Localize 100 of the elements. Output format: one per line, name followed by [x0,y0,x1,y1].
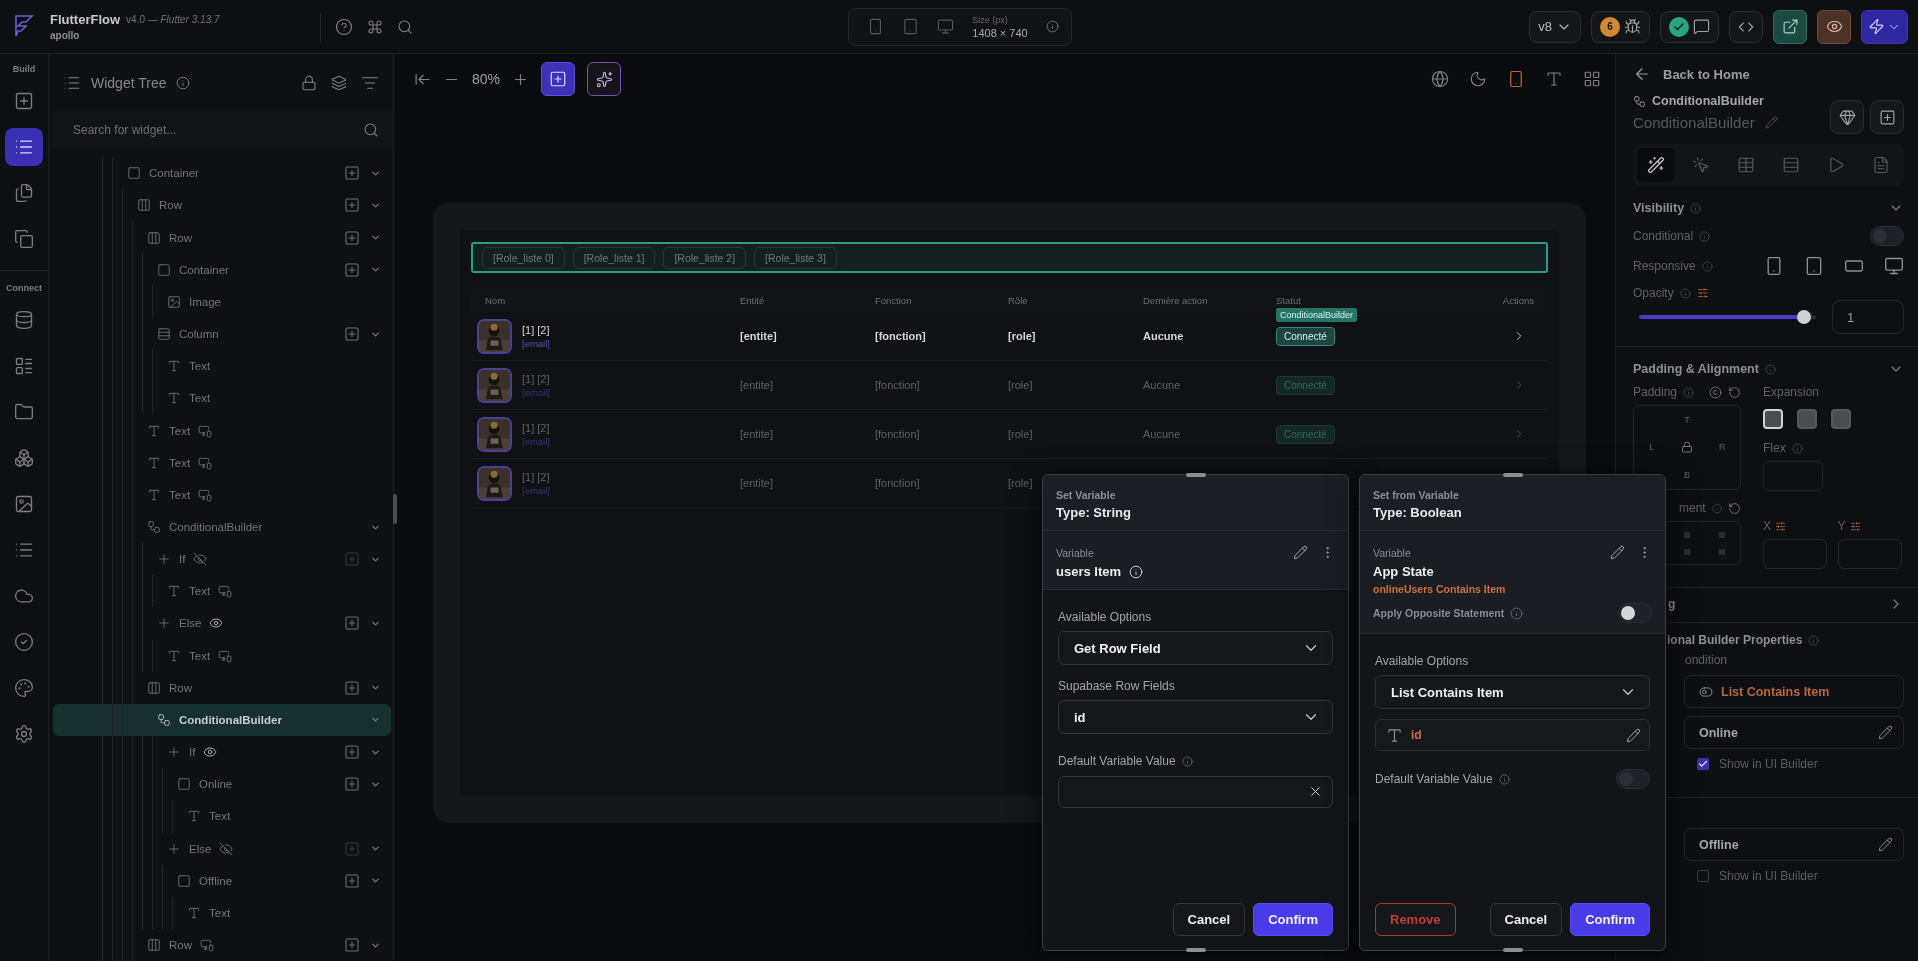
tablet-icon[interactable] [1804,256,1824,276]
add-widget-icon[interactable] [344,197,360,214]
properties-tab[interactable] [1637,148,1675,182]
checkbox-row[interactable]: Show in UI Builder [1697,757,1904,771]
pencil-icon[interactable] [1610,545,1625,560]
tree-item[interactable]: Text [53,382,391,415]
tree-item[interactable]: Container [53,157,391,190]
gem-button[interactable] [1830,100,1864,134]
ai-button[interactable] [587,62,622,96]
open-button[interactable] [1773,9,1807,44]
y-field[interactable] [1837,539,1902,569]
cancel-button[interactable]: Cancel [1172,903,1246,936]
rail-item[interactable] [5,128,43,166]
options-dropdown[interactable]: Get Row Field [1058,631,1333,665]
globe-icon[interactable] [1431,70,1449,88]
checkbox[interactable] [1697,758,1709,770]
checkbox[interactable] [1697,870,1709,882]
tree-item[interactable]: Text [53,446,391,479]
moon-icon[interactable] [1469,70,1487,88]
tree-item[interactable]: If [53,736,391,769]
tablet-icon[interactable] [902,18,920,35]
eye-icon[interactable] [203,745,218,760]
tree-item[interactable]: Row [53,671,391,704]
tree-item[interactable]: Container [53,253,391,286]
phone-icon[interactable] [1507,70,1525,88]
toggle-switch[interactable] [1618,603,1652,623]
x-field[interactable] [1763,539,1827,569]
copyright-icon[interactable] [1709,385,1722,399]
branch-field[interactable]: Offline [1684,828,1904,861]
preview-button[interactable] [1817,9,1851,44]
pencil-icon[interactable] [1878,837,1893,852]
branch-field[interactable]: Online [1684,716,1904,749]
tree-item[interactable]: Text [53,350,391,383]
tree-item[interactable]: If [53,543,391,576]
command-icon[interactable] [367,18,383,35]
options-dropdown[interactable]: List Contains Item [1375,675,1650,709]
tree-item[interactable]: Online [53,768,391,801]
add-widget-icon[interactable] [344,326,360,343]
tree-item[interactable]: Text [53,800,391,833]
tree-item[interactable]: ConditionalBuilder [53,703,391,737]
tree-item[interactable]: Text [53,575,391,608]
pencil-icon[interactable] [1293,545,1308,560]
add-widget-icon[interactable] [344,229,360,246]
opacity-slider[interactable] [1639,310,1816,324]
tree-item[interactable]: Else [53,832,391,865]
add-widget-button[interactable] [541,62,576,96]
default-value-field[interactable] [1058,776,1333,808]
add-widget-icon[interactable] [344,261,360,278]
code-button[interactable] [1729,10,1763,43]
search-field[interactable]: Search for widget... [53,111,393,150]
reset-icon[interactable] [1728,501,1741,515]
eye-icon[interactable] [209,616,224,631]
add-widget-icon[interactable] [344,679,360,696]
eye-off-icon[interactable] [219,841,234,856]
add-widget-icon[interactable] [344,744,360,761]
eye-off-icon[interactable] [193,552,208,567]
status-button[interactable] [1660,10,1719,43]
monitor-icon[interactable] [1884,256,1904,276]
tree-item[interactable]: ConditionalBuilder [53,510,391,544]
cancel-button[interactable]: Cancel [1489,903,1563,936]
add-widget-icon[interactable] [344,776,360,793]
run-button[interactable] [1861,9,1908,44]
monitor-icon[interactable] [937,18,955,35]
add-widget-icon[interactable] [344,165,360,182]
version-dropdown[interactable]: v8 [1529,10,1581,43]
add-widget-icon[interactable] [344,937,360,954]
value-field[interactable]: id [1375,719,1650,751]
clear-icon[interactable] [1308,784,1323,799]
tree-item[interactable]: Image [53,285,391,318]
add-button[interactable] [1870,100,1904,134]
reset-icon[interactable] [1728,385,1741,399]
opacity-field[interactable]: 1 [1832,300,1904,334]
tree-item[interactable]: Offline [53,864,391,897]
layers-icon[interactable] [331,74,347,91]
variable-icon[interactable] [1696,287,1709,299]
checkbox-row[interactable]: Show in UI Builder [1697,869,1904,883]
help-icon[interactable] [335,17,353,36]
tree-item[interactable]: Text [53,414,391,447]
lock-icon[interactable] [301,74,317,91]
variable-icon[interactable] [1775,520,1786,532]
tree-item[interactable]: Row [53,221,391,254]
tree-item[interactable]: Row [53,189,391,222]
tree-item[interactable]: Text [53,478,391,511]
search-icon[interactable] [363,122,379,139]
tree-item[interactable]: Text [53,639,391,672]
add-widget-icon[interactable] [344,615,360,632]
issues-button[interactable]: 6 [1591,10,1650,43]
pencil-icon[interactable] [1626,727,1641,743]
lock-icon[interactable] [1681,441,1693,454]
pencil-icon[interactable] [1878,725,1893,740]
condition-field[interactable]: List Contains Item [1684,675,1904,708]
tree-item[interactable]: Row [53,928,391,961]
tree-item[interactable]: Column [53,318,391,351]
caret-icon[interactable] [370,618,381,629]
remove-button[interactable]: Remove [1375,903,1456,936]
tree-item[interactable]: Else [53,607,391,640]
flex-field[interactable] [1763,461,1823,491]
back-link[interactable]: Back to Home [1633,62,1904,86]
fields-dropdown[interactable]: id [1058,700,1333,734]
confirm-button[interactable]: Confirm [1253,903,1333,936]
